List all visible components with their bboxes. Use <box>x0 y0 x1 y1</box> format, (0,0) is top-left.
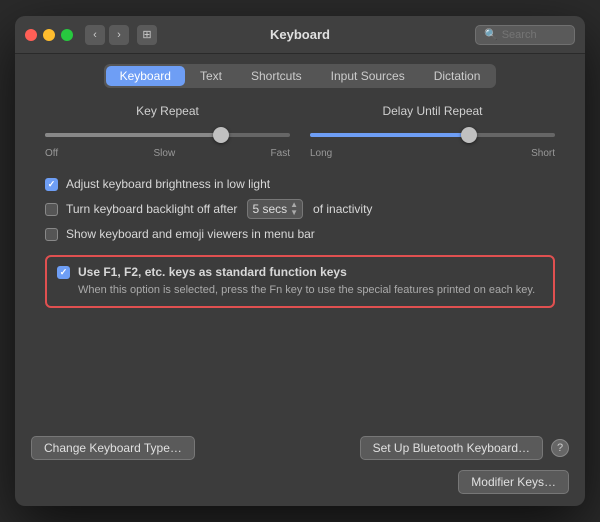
tab-keyboard[interactable]: Keyboard <box>106 66 185 86</box>
tab-text[interactable]: Text <box>186 66 236 86</box>
window-title: Keyboard <box>270 27 330 42</box>
traffic-lights <box>25 29 73 41</box>
key-repeat-fill <box>45 133 221 137</box>
sliders-section: Key Repeat Off Slow Fast Delay Until Rep… <box>45 104 555 159</box>
tabs-container: Keyboard Text Shortcuts Input Sources Di… <box>104 64 497 88</box>
mark-slow: Slow <box>154 148 176 159</box>
delay-repeat-label: Delay Until Repeat <box>382 104 482 118</box>
fn-keys-hint: When this option is selected, press the … <box>78 283 543 298</box>
key-repeat-thumb[interactable] <box>213 127 229 143</box>
key-repeat-group: Key Repeat Off Slow Fast <box>45 104 290 159</box>
mark-fast: Fast <box>271 148 290 159</box>
keyboard-window: ‹ › ⊞ Keyboard 🔍 Keyboard Text Shortcuts… <box>15 16 585 506</box>
help-button[interactable]: ? <box>551 439 569 457</box>
tabs-bar: Keyboard Text Shortcuts Input Sources Di… <box>15 54 585 88</box>
nav-buttons: ‹ › ⊞ <box>85 25 157 45</box>
grid-button[interactable]: ⊞ <box>137 25 157 45</box>
title-bar: ‹ › ⊞ Keyboard 🔍 <box>15 16 585 54</box>
delay-repeat-fill <box>310 133 469 137</box>
option-brightness: Adjust keyboard brightness in low light <box>45 177 555 191</box>
highlighted-option-box: Use F1, F2, etc. keys as standard functi… <box>45 255 555 308</box>
label-emoji: Show keyboard and emoji viewers in menu … <box>66 227 315 241</box>
backlight-select[interactable]: 5 secs ▲ ▼ <box>247 199 303 219</box>
mark-short: Short <box>531 148 555 159</box>
key-repeat-slider[interactable] <box>45 126 290 144</box>
mark-off: Off <box>45 148 58 159</box>
after-select-label: of inactivity <box>313 202 372 216</box>
delay-repeat-thumb[interactable] <box>461 127 477 143</box>
maximize-button[interactable] <box>61 29 73 41</box>
delay-repeat-slider[interactable] <box>310 126 555 144</box>
minimize-button[interactable] <box>43 29 55 41</box>
key-repeat-label: Key Repeat <box>136 104 199 118</box>
delay-repeat-track <box>310 133 555 137</box>
checkbox-brightness[interactable] <box>45 178 58 191</box>
second-bottom-row: placeholder Modifier Keys… <box>15 470 585 506</box>
content-area: Key Repeat Off Slow Fast Delay Until Rep… <box>15 88 585 428</box>
forward-button[interactable]: › <box>109 25 129 45</box>
key-repeat-marks: Off Slow Fast <box>45 148 290 159</box>
change-keyboard-type-button[interactable]: Change Keyboard Type… <box>31 436 195 460</box>
options-section: Adjust keyboard brightness in low light … <box>45 177 555 241</box>
back-button[interactable]: ‹ <box>85 25 105 45</box>
checkbox-backlight[interactable] <box>45 203 58 216</box>
bottom-bar: Change Keyboard Type… Set Up Bluetooth K… <box>15 428 585 470</box>
checkbox-fn-keys[interactable] <box>57 266 70 279</box>
tab-shortcuts[interactable]: Shortcuts <box>237 66 316 86</box>
search-icon: 🔍 <box>484 28 498 41</box>
search-input[interactable] <box>502 29 572 41</box>
select-value: 5 secs <box>252 202 287 216</box>
label-backlight: Turn keyboard backlight off after <box>66 202 237 216</box>
label-fn-keys: Use F1, F2, etc. keys as standard functi… <box>78 265 347 279</box>
mark-long: Long <box>310 148 332 159</box>
key-repeat-track <box>45 133 290 137</box>
option-backlight: Turn keyboard backlight off after 5 secs… <box>45 199 555 219</box>
tab-input-sources[interactable]: Input Sources <box>317 66 419 86</box>
search-box[interactable]: 🔍 <box>475 25 575 45</box>
tab-dictation[interactable]: Dictation <box>420 66 495 86</box>
delay-repeat-group: Delay Until Repeat Long Short <box>310 104 555 159</box>
delay-repeat-marks: Long Short <box>310 148 555 159</box>
option-emoji: Show keyboard and emoji viewers in menu … <box>45 227 555 241</box>
set-up-bluetooth-button[interactable]: Set Up Bluetooth Keyboard… <box>360 436 543 460</box>
option-fn-keys: Use F1, F2, etc. keys as standard functi… <box>57 265 543 279</box>
bottom-right-buttons: Set Up Bluetooth Keyboard… ? <box>360 436 569 460</box>
close-button[interactable] <box>25 29 37 41</box>
modifier-keys-button[interactable]: Modifier Keys… <box>458 470 569 494</box>
select-arrows-icon: ▲ ▼ <box>290 201 298 217</box>
label-brightness: Adjust keyboard brightness in low light <box>66 177 270 191</box>
checkbox-emoji[interactable] <box>45 228 58 241</box>
